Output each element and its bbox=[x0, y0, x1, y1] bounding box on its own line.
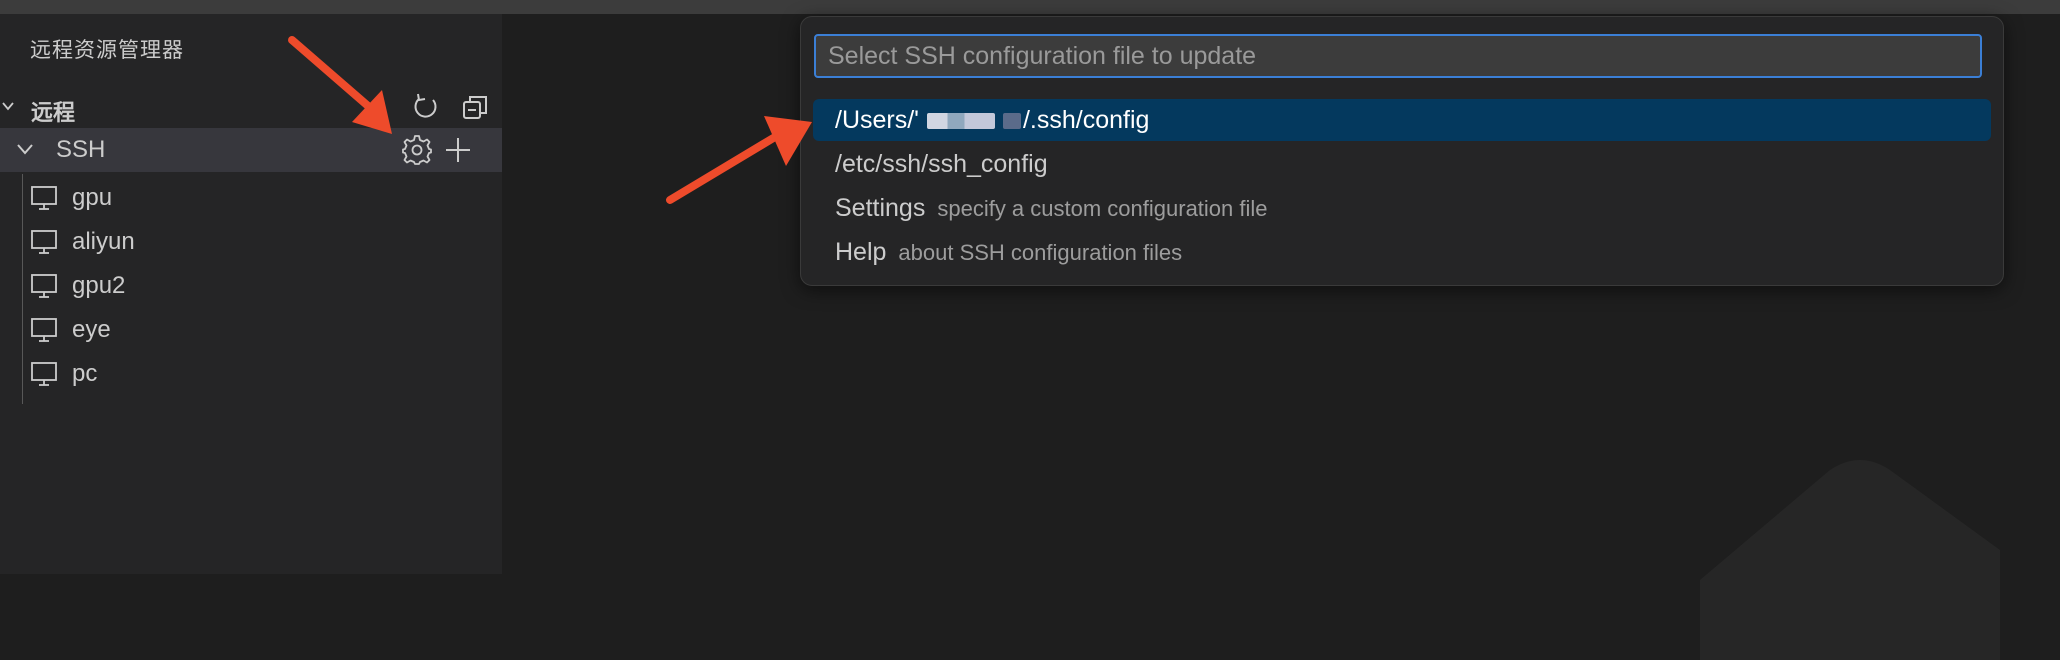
remote-section-header[interactable]: 远程 bbox=[0, 90, 502, 125]
watermark-shape bbox=[1700, 460, 2000, 660]
host-item-gpu[interactable]: gpu bbox=[0, 176, 502, 220]
refresh-icon[interactable] bbox=[410, 92, 440, 122]
chevron-down-icon bbox=[2, 102, 14, 111]
chevron-down-icon bbox=[17, 144, 33, 155]
monitor-icon bbox=[31, 186, 57, 210]
host-item-pc[interactable]: pc bbox=[0, 352, 502, 396]
host-item-aliyun[interactable]: aliyun bbox=[0, 220, 502, 264]
quick-pick-item-label: /etc/ssh/ssh_config bbox=[835, 150, 1048, 178]
host-label: aliyun bbox=[72, 228, 135, 255]
path-prefix: /Users/' bbox=[835, 106, 919, 134]
quick-pick-item-label: /Users/' /.ssh/config bbox=[835, 106, 1149, 135]
quick-pick-item-label: Settings specify a custom configuration f… bbox=[835, 194, 1268, 223]
host-label: pc bbox=[72, 360, 98, 387]
quick-pick-item-label: Help about SSH configuration files bbox=[835, 238, 1182, 267]
quick-pick-panel: /Users/' /.ssh/config /etc/ssh/ssh_config… bbox=[800, 16, 2004, 286]
item-title: Settings bbox=[835, 194, 926, 222]
section-title: 远程 bbox=[31, 100, 76, 125]
host-item-eye[interactable]: eye bbox=[0, 308, 502, 352]
monitor-icon bbox=[31, 230, 57, 254]
plus-icon[interactable] bbox=[442, 134, 474, 166]
remote-explorer-sidebar: 远程资源管理器 远程 SSH gpu aliyun gpu2 eye pc bbox=[0, 14, 502, 574]
item-description: specify a custom configuration file bbox=[937, 196, 1268, 221]
monitor-icon bbox=[31, 318, 57, 342]
quick-pick-item-etc-config[interactable]: /etc/ssh/ssh_config bbox=[813, 143, 1991, 185]
host-label: gpu2 bbox=[72, 272, 126, 299]
redacted-username bbox=[926, 113, 995, 130]
annotation-arrow-icon bbox=[666, 116, 812, 204]
ssh-group-row[interactable]: SSH bbox=[0, 128, 502, 172]
path-suffix: /.ssh/config bbox=[1022, 106, 1150, 134]
quick-pick-item-user-config[interactable]: /Users/' /.ssh/config bbox=[813, 99, 1991, 141]
ssh-group-label: SSH bbox=[56, 136, 106, 163]
sidebar-title: 远程资源管理器 bbox=[30, 39, 184, 62]
item-title: Help bbox=[835, 238, 887, 266]
quick-pick-item-settings[interactable]: Settings specify a custom configuration f… bbox=[813, 187, 1991, 229]
redacted-username bbox=[1002, 113, 1021, 130]
title-bar bbox=[0, 0, 2060, 14]
item-description: about SSH configuration files bbox=[898, 240, 1183, 265]
monitor-icon bbox=[31, 362, 57, 386]
monitor-icon bbox=[31, 274, 57, 298]
quick-pick-input[interactable] bbox=[814, 34, 1982, 78]
host-label: eye bbox=[72, 316, 111, 343]
host-item-gpu2[interactable]: gpu2 bbox=[0, 264, 502, 308]
host-label: gpu bbox=[72, 184, 113, 211]
quick-pick-item-help[interactable]: Help about SSH configuration files bbox=[813, 231, 1991, 273]
annotation-arrow-icon bbox=[288, 36, 392, 134]
collapse-all-icon[interactable] bbox=[460, 92, 490, 122]
